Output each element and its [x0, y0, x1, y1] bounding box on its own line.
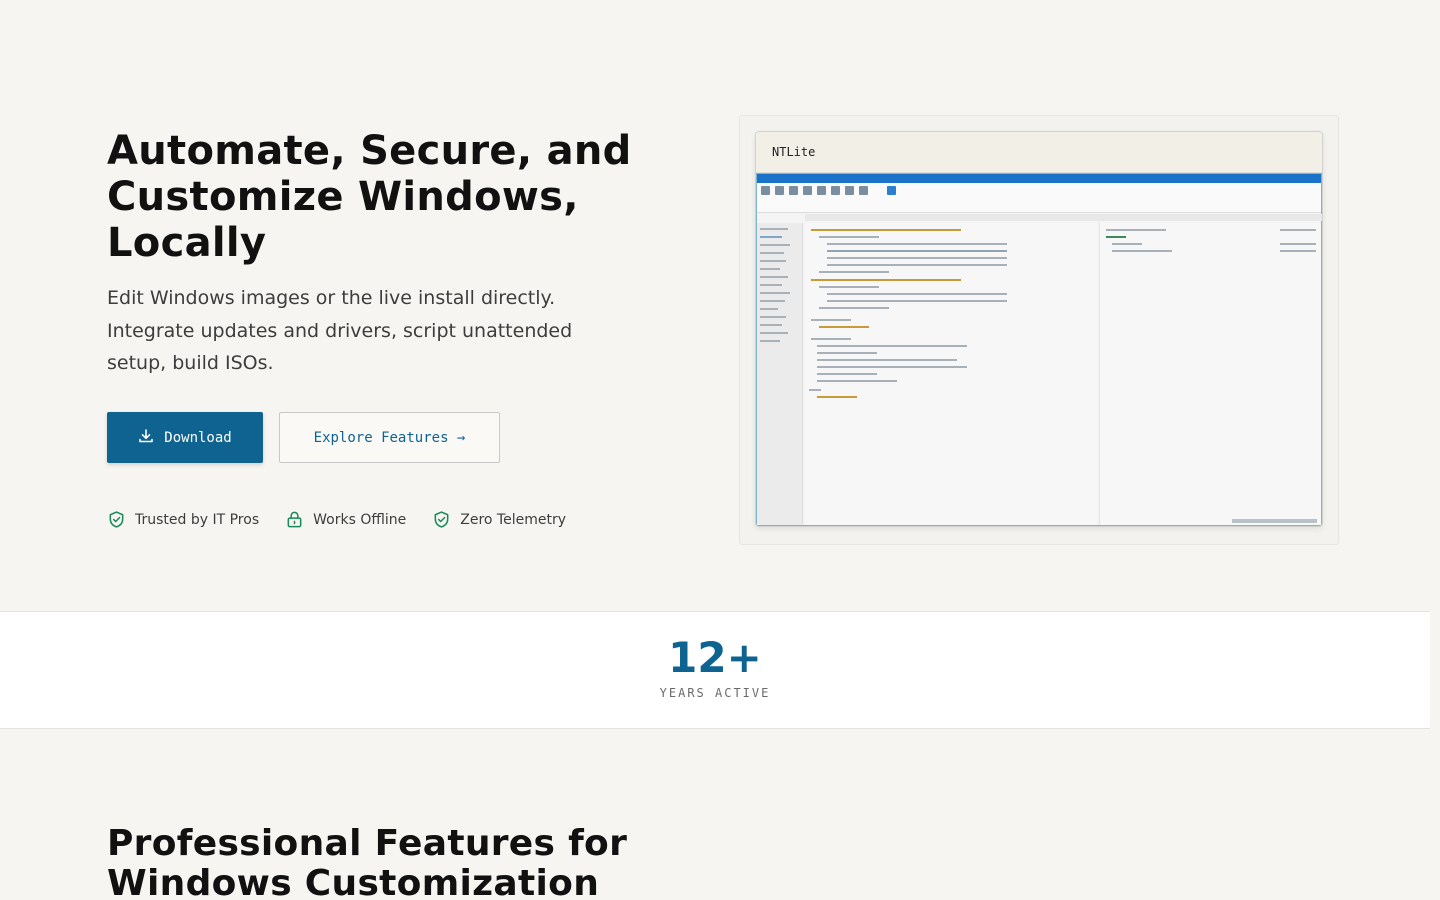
- shield-check-icon: [107, 510, 126, 529]
- download-label: Download: [164, 429, 232, 446]
- badge-telemetry: Zero Telemetry: [432, 510, 566, 529]
- screenshot-window-title: NTLite: [756, 132, 1322, 173]
- trust-badges: Trusted by IT Pros Works Offline Zero Te…: [107, 510, 566, 529]
- app-titlebar: [757, 174, 1321, 183]
- download-icon: [138, 428, 154, 448]
- features-section-title: Professional Features for Windows Custom…: [107, 823, 628, 900]
- app-sidebar: [757, 223, 803, 525]
- app-info-bar: [805, 214, 1322, 221]
- stat-label: YEARS ACTIVE: [659, 686, 771, 700]
- badge-trusted: Trusted by IT Pros: [107, 510, 259, 529]
- explore-features-button[interactable]: Explore Features →: [279, 412, 500, 463]
- hero-subtitle: Edit Windows images or the live install …: [107, 287, 573, 374]
- app-ribbon: [757, 183, 1321, 213]
- app-detail-pane: [1099, 223, 1321, 525]
- download-button[interactable]: Download: [107, 412, 263, 463]
- shield-check-icon: [432, 510, 451, 529]
- badge-label: Trusted by IT Pros: [135, 511, 260, 528]
- lock-icon: [285, 510, 304, 529]
- explore-features-label: Explore Features →: [313, 429, 466, 446]
- stats-bar: 12+ YEARS ACTIVE: [0, 611, 1430, 729]
- badge-label: Zero Telemetry: [460, 511, 567, 528]
- product-screenshot: NTLite: [755, 131, 1323, 527]
- stat-value: 12+: [668, 633, 762, 682]
- badge-offline: Works Offline: [285, 510, 406, 529]
- app-status-bar: [1232, 519, 1317, 523]
- hero-title: Automate, Secure, and Customize Windows,…: [107, 128, 632, 266]
- app-image-list: [805, 223, 1097, 525]
- app-preview-image: [756, 173, 1322, 526]
- badge-label: Works Offline: [313, 511, 407, 528]
